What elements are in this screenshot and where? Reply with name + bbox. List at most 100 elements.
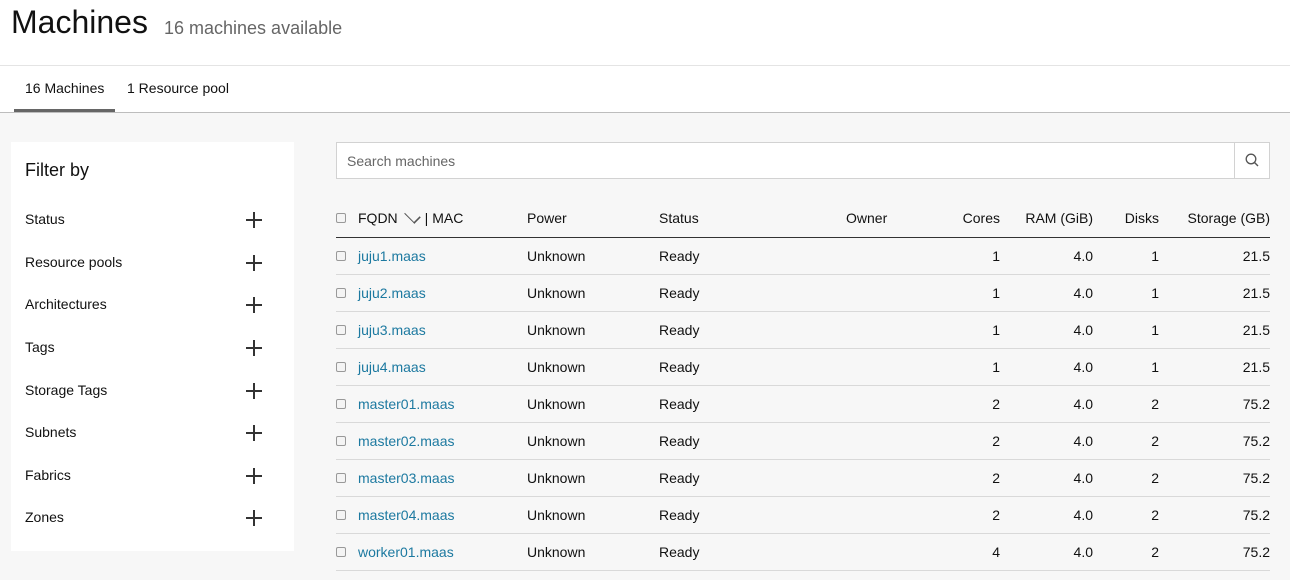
filter-fabrics[interactable]: Fabrics xyxy=(11,461,294,491)
disks-cell: 2 xyxy=(1151,433,1159,449)
row-checkbox[interactable] xyxy=(336,288,346,298)
page-title: Machines xyxy=(11,4,148,40)
filter-resource-pools[interactable]: Resource pools xyxy=(11,248,294,278)
status-cell: Ready xyxy=(659,507,700,523)
power-cell: Unknown xyxy=(527,359,586,375)
fqdn-link[interactable]: master01.maas xyxy=(358,396,454,412)
column-header-cores[interactable]: Cores xyxy=(963,210,1000,226)
column-header-disks[interactable]: Disks xyxy=(1125,210,1159,226)
plus-icon[interactable] xyxy=(246,255,262,271)
search-box xyxy=(336,142,1270,179)
filter-storage-tags[interactable]: Storage Tags xyxy=(11,376,294,406)
row-checkbox[interactable] xyxy=(336,510,346,520)
table-row[interactable]: master04.maas Unknown Ready 2 4.0 2 75.2 xyxy=(336,497,1270,534)
row-checkbox[interactable] xyxy=(336,362,346,372)
fqdn-link[interactable]: juju3.maas xyxy=(358,322,426,338)
power-cell: Unknown xyxy=(527,507,586,523)
row-checkbox[interactable] xyxy=(336,547,346,557)
plus-icon[interactable] xyxy=(246,212,262,228)
filter-title: Filter by xyxy=(25,160,90,180)
column-header-owner[interactable]: Owner xyxy=(846,210,887,226)
fqdn-link[interactable]: juju4.maas xyxy=(358,359,426,375)
storage-cell: 75.2 xyxy=(1242,470,1270,486)
table-row[interactable]: master03.maas Unknown Ready 2 4.0 2 75.2 xyxy=(336,460,1270,497)
chevron-down-icon xyxy=(403,207,421,224)
disks-cell: 2 xyxy=(1151,470,1159,486)
row-checkbox[interactable] xyxy=(336,399,346,409)
tab-bar: 16 Machines 1 Resource pool xyxy=(0,66,1290,113)
filter-label: Subnets xyxy=(25,424,77,440)
power-cell: Unknown xyxy=(527,544,586,560)
filter-label: Architectures xyxy=(25,296,107,312)
disks-cell: 2 xyxy=(1151,544,1159,560)
storage-cell: 75.2 xyxy=(1242,433,1270,449)
cores-cell: 2 xyxy=(992,470,1000,486)
fqdn-link[interactable]: juju2.maas xyxy=(358,285,426,301)
search-button[interactable] xyxy=(1234,143,1269,178)
filter-label: Status xyxy=(25,211,65,227)
cores-cell: 2 xyxy=(992,507,1000,523)
power-cell: Unknown xyxy=(527,248,586,264)
filter-label: Fabrics xyxy=(25,467,71,483)
column-header-status[interactable]: Status xyxy=(659,210,699,226)
filter-subnets[interactable]: Subnets xyxy=(11,418,294,448)
ram-cell: 4.0 xyxy=(1073,507,1093,523)
fqdn-link[interactable]: master02.maas xyxy=(358,433,454,449)
machines-count: 16 machines available xyxy=(164,18,343,38)
table-row[interactable]: juju4.maas Unknown Ready 1 4.0 1 21.5 xyxy=(336,349,1270,386)
filter-tags[interactable]: Tags xyxy=(11,333,294,363)
ram-cell: 4.0 xyxy=(1073,470,1093,486)
fqdn-link[interactable]: master03.maas xyxy=(358,470,454,486)
filter-label: Storage Tags xyxy=(25,382,108,398)
row-checkbox[interactable] xyxy=(336,251,346,261)
tab-machines[interactable]: 16 Machines xyxy=(14,66,116,112)
plus-icon[interactable] xyxy=(246,468,262,484)
row-checkbox[interactable] xyxy=(336,325,346,335)
status-cell: Ready xyxy=(659,470,700,486)
search-icon xyxy=(1245,153,1259,167)
plus-icon[interactable] xyxy=(246,510,262,526)
disks-cell: 1 xyxy=(1151,285,1159,301)
ram-cell: 4.0 xyxy=(1073,544,1093,560)
disks-cell: 1 xyxy=(1151,248,1159,264)
plus-icon[interactable] xyxy=(246,297,262,313)
column-header-mac[interactable]: | MAC xyxy=(425,210,464,226)
filter-architectures[interactable]: Architectures xyxy=(11,290,294,320)
plus-icon[interactable] xyxy=(246,425,262,441)
row-checkbox[interactable] xyxy=(336,473,346,483)
status-cell: Ready xyxy=(659,396,700,412)
select-all-checkbox[interactable] xyxy=(336,213,346,223)
fqdn-link[interactable]: juju1.maas xyxy=(358,248,426,264)
power-cell: Unknown xyxy=(527,285,586,301)
filter-status[interactable]: Status xyxy=(11,205,294,235)
storage-cell: 21.5 xyxy=(1242,322,1270,338)
storage-cell: 21.5 xyxy=(1242,359,1270,375)
search-input[interactable] xyxy=(337,143,1235,178)
column-header-storage[interactable]: Storage (GB) xyxy=(1188,210,1270,226)
table-row[interactable]: juju2.maas Unknown Ready 1 4.0 1 21.5 xyxy=(336,275,1270,312)
filter-zones[interactable]: Zones xyxy=(11,503,294,533)
table-row[interactable]: juju1.maas Unknown Ready 1 4.0 1 21.5 xyxy=(336,238,1270,275)
row-checkbox[interactable] xyxy=(336,436,346,446)
filter-panel: Filter by Status Resource pools Architectu… xyxy=(11,142,294,551)
power-cell: Unknown xyxy=(527,322,586,338)
table-row[interactable]: juju3.maas Unknown Ready 1 4.0 1 21.5 xyxy=(336,312,1270,349)
status-cell: Ready xyxy=(659,433,700,449)
plus-icon[interactable] xyxy=(246,340,262,356)
status-cell: Ready xyxy=(659,359,700,375)
fqdn-link[interactable]: worker01.maas xyxy=(358,544,454,560)
fqdn-link[interactable]: master04.maas xyxy=(358,507,454,523)
plus-icon[interactable] xyxy=(246,383,262,399)
column-header-power[interactable]: Power xyxy=(527,210,567,226)
table-row[interactable]: master02.maas Unknown Ready 2 4.0 2 75.2 xyxy=(336,423,1270,460)
table-row[interactable]: master01.maas Unknown Ready 2 4.0 2 75.2 xyxy=(336,386,1270,423)
column-header-ram[interactable]: RAM (GiB) xyxy=(1025,210,1093,226)
table-row[interactable]: worker01.maas Unknown Ready 4 4.0 2 75.2 xyxy=(336,534,1270,571)
cores-cell: 1 xyxy=(992,322,1000,338)
power-cell: Unknown xyxy=(527,470,586,486)
filter-label: Resource pools xyxy=(25,254,123,270)
tab-resource-pool[interactable]: 1 Resource pool xyxy=(116,66,240,112)
cores-cell: 4 xyxy=(992,544,1000,560)
column-header-fqdn[interactable]: FQDN | MAC xyxy=(358,207,464,226)
ram-cell: 4.0 xyxy=(1073,248,1093,264)
